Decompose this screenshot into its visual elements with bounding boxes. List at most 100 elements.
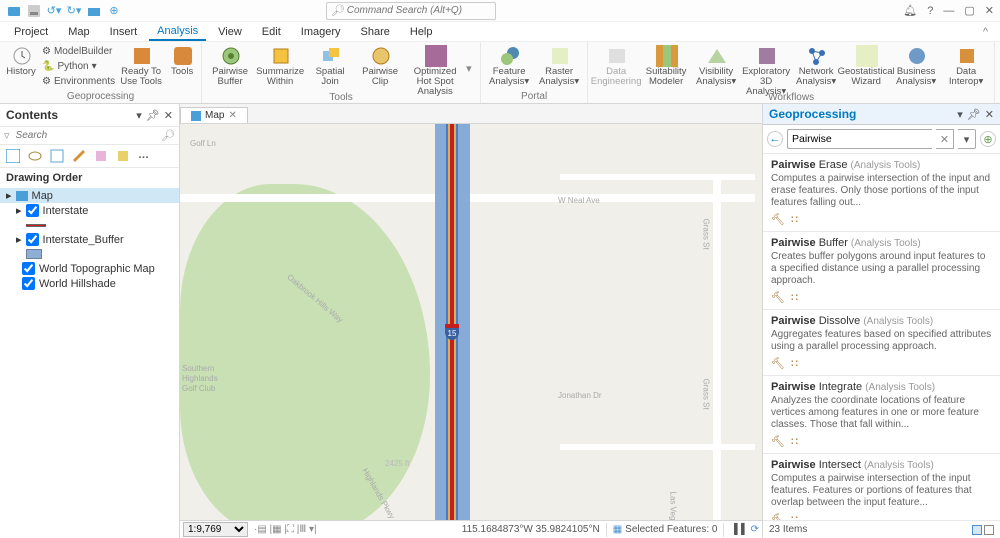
pause-icon[interactable]: ▐▐: [730, 524, 744, 535]
open-icon[interactable]: [86, 3, 102, 19]
hammer-icon[interactable]: 🔨︎: [771, 213, 785, 226]
redo-icon[interactable]: ↻▾: [66, 3, 82, 19]
help-icon[interactable]: ?: [927, 5, 933, 17]
list-by-source-icon[interactable]: [28, 149, 42, 163]
maximize-icon[interactable]: ▢: [964, 4, 974, 17]
gp-title: Geoprocessing: [769, 107, 856, 121]
gp-clear-icon[interactable]: ✕: [936, 129, 954, 149]
ribbon-suitability[interactable]: Suitability Modeler: [642, 44, 690, 87]
list-by-label-icon[interactable]: [116, 149, 130, 163]
map-canvas[interactable]: 15 W Neal Ave Jonathan Dr Grass St Grass…: [180, 124, 762, 520]
gp-item-erase[interactable]: Pairwise Erase (Analysis Tools)Computes …: [763, 154, 1000, 232]
status-bar: 1:9,769 ·▤ |▦ |⛶ |Ⅲ ▾| 115.1684873°W 35.…: [180, 520, 762, 538]
ribbon-business[interactable]: Business Analysis▾: [892, 44, 940, 87]
ribbon-group-portal: Feature Analysis▾ Raster Analysis▾ Porta…: [481, 42, 588, 103]
contents-search[interactable]: ▿ 🔎︎: [0, 127, 179, 145]
refresh-icon[interactable]: ⟳: [751, 524, 759, 535]
contents-close-icon[interactable]: ✕: [164, 109, 173, 122]
toc-layer-interstate-buffer[interactable]: ▸ Interstate_Buffer: [0, 232, 179, 247]
gp-search-dropdown[interactable]: ▾: [958, 129, 976, 149]
toc-layer-topomap[interactable]: World Topographic Map: [0, 261, 179, 276]
selection-icon: ▦: [613, 524, 622, 535]
close-icon[interactable]: ✕: [985, 4, 994, 17]
tab-analysis[interactable]: Analysis: [149, 23, 206, 41]
ribbon-summarize-within[interactable]: Summarize Within: [256, 44, 304, 87]
ribbon-history[interactable]: History: [4, 44, 38, 77]
gp-close-icon[interactable]: ✕: [985, 108, 994, 121]
ribbon-visibility[interactable]: Visibility Analysis▾: [692, 44, 740, 87]
ribbon-feature-analysis[interactable]: Feature Analysis▾: [485, 44, 533, 87]
tab-share[interactable]: Share: [353, 24, 398, 40]
search-icon: 🔎︎: [331, 4, 345, 17]
gp-search-input[interactable]: [787, 129, 932, 149]
list-by-draw-icon[interactable]: [6, 149, 20, 163]
gp-item-dissolve[interactable]: Pairwise Dissolve (Analysis Tools)Aggreg…: [763, 310, 1000, 376]
label-vegas: Las Vegas: [669, 492, 678, 521]
tab-edit[interactable]: Edit: [254, 24, 289, 40]
gp-add-icon[interactable]: ⊕: [980, 131, 996, 147]
contents-search-input[interactable]: [14, 129, 162, 142]
ribbon-collapse-icon[interactable]: ^: [983, 26, 994, 38]
scale-select[interactable]: 1:9,769: [183, 522, 248, 537]
gp-item-integrate[interactable]: Pairwise Integrate (Analysis Tools)Analy…: [763, 376, 1000, 454]
ribbon-pairwise-clip[interactable]: Pairwise Clip: [356, 44, 404, 87]
gp-item-intersect[interactable]: Pairwise Intersect (Analysis Tools)Compu…: [763, 454, 1000, 520]
minimize-icon[interactable]: —: [943, 5, 954, 17]
route-shield: 15: [445, 324, 459, 340]
list-by-edit-icon[interactable]: [72, 149, 86, 163]
ribbon-spatial-join[interactable]: Spatial Join: [306, 44, 354, 87]
ribbon-hotspot[interactable]: Optimized Hot Spot Analysis: [406, 44, 464, 97]
ribbon-data-engineering[interactable]: Data Engineering: [592, 44, 640, 87]
ribbon-tools[interactable]: Tools: [167, 44, 197, 77]
ribbon-data-interop[interactable]: Data Interop▾: [942, 44, 990, 87]
gp-menu-icon[interactable]: ▾: [957, 108, 963, 121]
tab-map[interactable]: Map: [60, 24, 97, 40]
gp-item-buffer[interactable]: Pairwise Buffer (Analysis Tools)Creates …: [763, 232, 1000, 310]
toc-layer-hillshade[interactable]: World Hillshade: [0, 276, 179, 291]
tab-project[interactable]: Project: [6, 24, 56, 40]
ribbon-exploratory3d[interactable]: Exploratory 3D Analysis▾: [742, 44, 790, 97]
list-by-select-icon[interactable]: [50, 149, 64, 163]
group-label-portal: Portal: [517, 91, 551, 103]
search-icon: 🔎︎: [161, 129, 175, 142]
batch-icon[interactable]: ∷: [791, 213, 798, 226]
ribbon-modelbuilder[interactable]: ⚙ ModelBuilder: [42, 44, 115, 59]
toc-layer-interstate[interactable]: ▸ Interstate: [0, 203, 179, 218]
save-icon[interactable]: [26, 3, 42, 19]
toc-more-icon[interactable]: …: [138, 149, 149, 163]
tab-imagery[interactable]: Imagery: [293, 24, 349, 40]
map-tab-close-icon[interactable]: ✕: [228, 110, 236, 121]
list-by-snap-icon[interactable]: [94, 149, 108, 163]
gp-pin-icon[interactable]: 📌︎: [967, 108, 981, 121]
undo-icon[interactable]: ↺▾: [46, 3, 62, 19]
ribbon-environments[interactable]: ⚙ Environments: [42, 74, 115, 89]
gp-view-list-icon[interactable]: [984, 525, 994, 535]
contents-menu-icon[interactable]: ▾: [136, 109, 142, 122]
map-tab[interactable]: Map✕: [180, 107, 248, 123]
gp-view-grid-icon[interactable]: [972, 525, 982, 535]
ribbon-network[interactable]: Network Analysis▾: [792, 44, 840, 87]
gp-back-icon[interactable]: ←: [767, 131, 783, 147]
toc-swatch-buffer: [0, 247, 179, 261]
ribbon-ready-to-use[interactable]: Ready To Use Tools: [117, 44, 165, 87]
tab-view[interactable]: View: [210, 24, 250, 40]
command-search-input[interactable]: [345, 4, 491, 17]
status-tool-icons[interactable]: ·▤ |▦ |⛶ |Ⅲ ▾|: [254, 524, 317, 535]
ribbon-group-raster: Raster Functions▾ Function Editor Raster: [995, 42, 1000, 103]
label-neal: W Neal Ave: [558, 196, 600, 205]
status-coords: 115.1684873°W 35.9824105°N: [462, 524, 600, 535]
tab-help[interactable]: Help: [402, 24, 441, 40]
command-search[interactable]: 🔎︎: [326, 2, 496, 20]
ribbon-pairwise-buffer[interactable]: Pairwise Buffer: [206, 44, 254, 87]
add-icon[interactable]: ⊕: [106, 3, 122, 19]
ribbon-raster-analysis[interactable]: Raster Analysis▾: [535, 44, 583, 87]
interstate-line: [450, 124, 454, 520]
contents-pane: Contents ▾ 📌︎ ✕ ▿ 🔎︎ … Drawing Order ▸ M…: [0, 104, 180, 538]
ribbon-geostat[interactable]: Geostatistical Wizard: [842, 44, 890, 87]
tab-insert[interactable]: Insert: [102, 24, 146, 40]
notifications-icon[interactable]: 🔔︎: [903, 4, 917, 17]
toc-map[interactable]: ▸ Map: [0, 188, 179, 203]
contents-pin-icon[interactable]: 📌︎: [146, 109, 160, 122]
ribbon-python[interactable]: 🐍 Python ▾: [42, 59, 115, 74]
gallery-expand-icon[interactable]: ▾: [466, 62, 476, 75]
